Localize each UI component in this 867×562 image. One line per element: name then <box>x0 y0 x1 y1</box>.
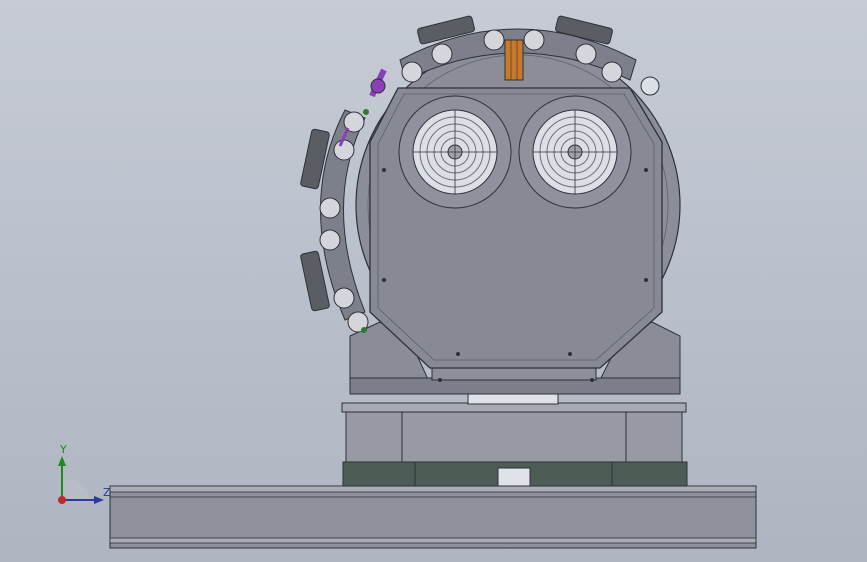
mount-plates <box>342 461 688 487</box>
z-axis-label: Z <box>103 486 111 499</box>
pedestal[interactable] <box>341 392 687 463</box>
cad-viewport[interactable]: Y Z <box>0 0 867 562</box>
assembly-model[interactable] <box>0 0 867 562</box>
base-rail[interactable] <box>109 485 757 549</box>
fan-left[interactable] <box>398 95 512 209</box>
fan-right[interactable] <box>518 95 632 209</box>
y-axis-label: Y <box>60 443 67 456</box>
